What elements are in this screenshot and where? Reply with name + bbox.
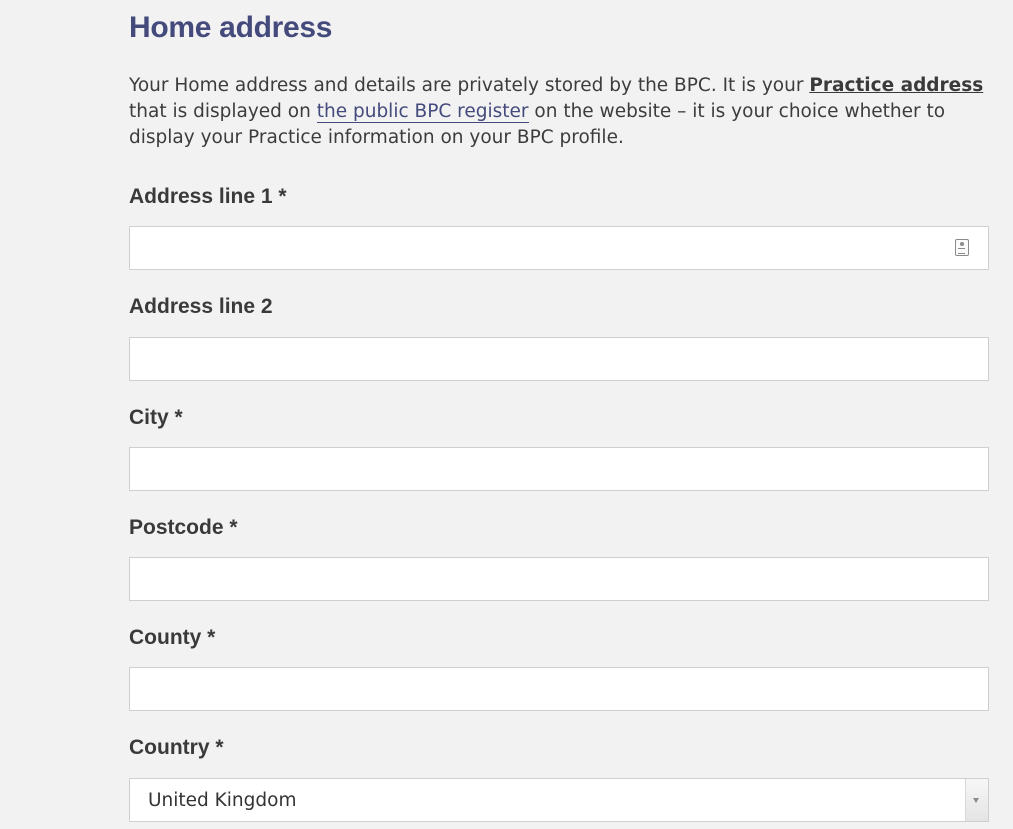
country-selected-value: United Kingdom <box>148 790 297 811</box>
address-line-1-label: Address line 1 * <box>129 185 287 208</box>
city-label: City * <box>129 406 183 429</box>
country-label: Country * <box>129 736 224 759</box>
intro-text-start: Your Home address and details are privat… <box>129 75 810 96</box>
city-input[interactable] <box>129 447 989 491</box>
county-input[interactable] <box>129 667 989 711</box>
intro-text-middle: that is displayed on <box>129 101 317 122</box>
postcode-input[interactable] <box>129 557 989 601</box>
section-title: Home address <box>129 11 333 44</box>
practice-address-emphasis: Practice address <box>809 75 984 96</box>
country-select[interactable]: United Kingdom <box>129 778 989 822</box>
address-line-2-input[interactable] <box>129 337 989 381</box>
contact-card-icon[interactable] <box>955 239 969 256</box>
address-line-1-wrapper <box>129 226 989 270</box>
address-line-1-input[interactable] <box>129 226 989 270</box>
county-label: County * <box>129 626 216 649</box>
postcode-label: Postcode * <box>129 516 238 539</box>
public-register-link[interactable]: the public BPC register <box>316 101 529 123</box>
address-line-2-label: Address line 2 <box>129 295 273 318</box>
chevron-down-icon[interactable] <box>965 779 988 821</box>
intro-paragraph: Your Home address and details are privat… <box>129 73 989 151</box>
